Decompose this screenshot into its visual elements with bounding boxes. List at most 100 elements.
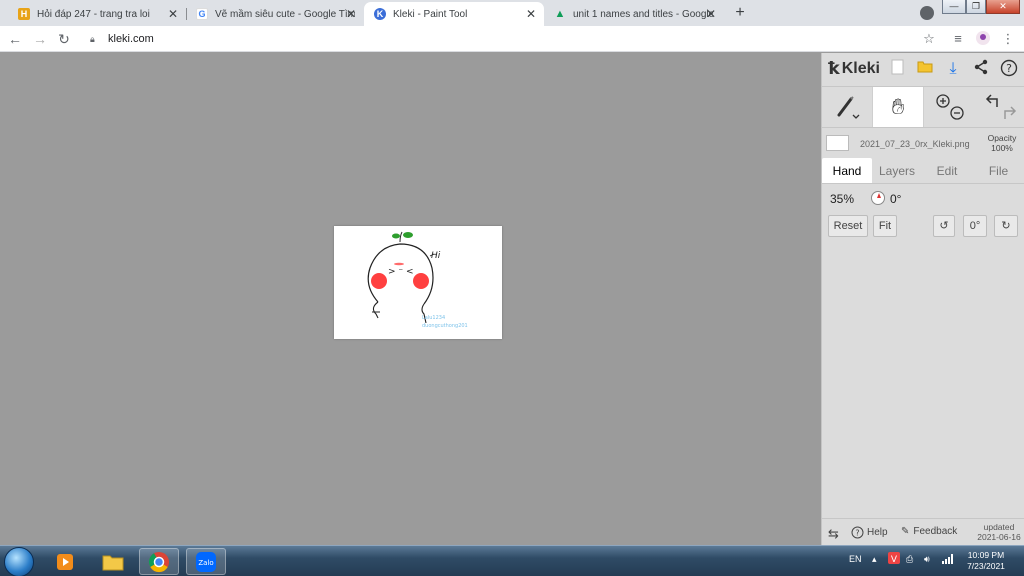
network-signal-icon[interactable]	[942, 554, 954, 566]
reset-button[interactable]: Reset	[828, 215, 868, 237]
panel-tabs: Hand Layers Edit File	[822, 158, 1024, 184]
opacity-value: 100%	[991, 143, 1013, 153]
media-player-icon[interactable]	[45, 548, 85, 575]
tray-expand-icon[interactable]: ▴	[872, 554, 877, 565]
undo-redo-buttons[interactable]	[976, 87, 1024, 127]
windows-taskbar: Zalo EN ▴ V ⎙ 🔊︎ 10:09 PM 7/23/2021	[0, 545, 1024, 576]
tab-title: unit 1 names and titles - Google	[573, 8, 713, 20]
brush-tool-button[interactable]	[822, 87, 872, 127]
kleki-logo: ꝁ Kleki	[828, 59, 880, 79]
forward-icon[interactable]: →	[31, 30, 49, 48]
reload-icon[interactable]: ↻	[55, 30, 73, 48]
browser-tab-4[interactable]: ▲ unit 1 names and titles - Google ✕	[544, 2, 724, 26]
kleki-icon: K	[374, 8, 386, 20]
zalo-label: Zalo	[198, 559, 213, 567]
tab-file[interactable]: File	[972, 158, 1024, 183]
close-tab-icon[interactable]: ✕	[346, 7, 356, 21]
new-image-icon[interactable]	[888, 59, 908, 79]
close-tab-icon[interactable]: ✕	[168, 7, 178, 21]
tab-title: Kleki - Paint Tool	[393, 8, 468, 20]
star-icon[interactable]: ☆	[920, 30, 938, 48]
share-icon[interactable]	[971, 59, 991, 79]
tab-hand[interactable]: Hand	[822, 158, 872, 183]
file-explorer-icon[interactable]	[93, 548, 133, 575]
open-folder-icon[interactable]	[915, 59, 935, 79]
feedback-link[interactable]: ✎ Feedback	[901, 526, 957, 537]
file-name: 2021_07_23_0rx_Kleki.png	[860, 139, 970, 149]
signature-text: Lalu1234	[422, 315, 445, 321]
brand-name: Kleki	[841, 59, 880, 77]
swap-arrows-icon: ⇆	[828, 526, 839, 541]
tab-strip: H Hỏi đáp 247 - trang tra loi ✕ G Vẽ mầm…	[0, 0, 1024, 26]
hand-tool-button[interactable]: ✋︎	[872, 87, 924, 127]
browser-tab-3-active[interactable]: K Kleki - Paint Tool ✕	[364, 2, 544, 26]
help-label: Help	[867, 527, 888, 538]
minimize-button[interactable]: —	[942, 0, 966, 14]
rotate-left-icon: ↺	[939, 220, 949, 232]
browser-tab-1[interactable]: H Hỏi đáp 247 - trang tra loi ✕	[8, 2, 186, 26]
kleki-logo-icon: ꝁ	[828, 58, 840, 78]
panel-footer: ⇆ ? Help ✎ Feedback updated 2021-06-16	[822, 518, 1024, 545]
lock-icon: 🔒︎	[90, 34, 95, 44]
volume-icon[interactable]: 🔊︎	[924, 554, 930, 565]
fit-button[interactable]: Fit	[873, 215, 897, 237]
updated-label: updated	[983, 522, 1015, 532]
hi-text: Hi	[431, 251, 441, 261]
zalo-icon[interactable]: Zalo	[186, 548, 226, 575]
chrome-icon[interactable]	[139, 548, 179, 575]
drive-icon: ▲	[554, 8, 566, 20]
undo-redo-icon	[985, 94, 1016, 119]
maximize-button[interactable]: ❐	[966, 0, 986, 14]
new-tab-button[interactable]: +	[731, 4, 749, 22]
canvas-workspace[interactable]: > ⁻ < Hi Lalu1234 duongcuthong201	[0, 53, 821, 545]
browser-tab-2[interactable]: G Vẽ mầm siêu cute - Google Tìm k ✕	[186, 2, 364, 26]
address-bar[interactable]: 🔒︎ kleki.com	[80, 29, 945, 49]
rotate-right-button[interactable]: ↻	[994, 215, 1018, 237]
compass-icon[interactable]	[871, 191, 885, 205]
help-circle-icon[interactable]: ?	[999, 59, 1019, 79]
close-tab-icon[interactable]: ✕	[526, 7, 536, 21]
extension-avatar-icon[interactable]	[974, 30, 992, 48]
profile-icon[interactable]	[920, 6, 934, 20]
language-indicator[interactable]: EN	[849, 554, 862, 564]
help-icon: ?	[851, 526, 864, 539]
close-window-button[interactable]: ✕	[986, 0, 1020, 14]
svg-text:?: ?	[1006, 62, 1012, 75]
zoom-buttons[interactable]	[926, 87, 974, 127]
tab-edit[interactable]: Edit	[922, 158, 972, 183]
kleki-side-panel: ꝁ Kleki ⤓ ? ✋︎ 2021_07_23_0rx_Kleki.png …	[821, 53, 1024, 545]
drawing-canvas[interactable]: > ⁻ < Hi Lalu1234 duongcuthong201	[334, 226, 502, 339]
tab-title: Vẽ mầm siêu cute - Google Tìm k	[215, 8, 355, 20]
layer-thumbnail[interactable]	[826, 135, 849, 151]
brand-row: ꝁ Kleki ⤓ ?	[822, 53, 1024, 84]
media-queue-icon[interactable]: ≡	[949, 30, 967, 48]
menu-dots-icon[interactable]: ⋮	[999, 30, 1017, 48]
tool-row: ✋︎	[822, 86, 1024, 128]
back-icon[interactable]: ←	[6, 30, 24, 48]
screen: H Hỏi đáp 247 - trang tra loi ✕ G Vẽ mầm…	[0, 0, 1024, 576]
system-clock[interactable]: 10:09 PM 7/23/2021	[962, 550, 1010, 572]
rotate-left-button[interactable]: ↺	[933, 215, 955, 237]
feedback-label: Feedback	[913, 526, 958, 537]
download-icon[interactable]: ⤓	[943, 59, 963, 79]
close-tab-icon[interactable]: ✕	[706, 7, 716, 21]
sprout-drawing: > ⁻ < Hi Lalu1234 duongcuthong201	[367, 231, 468, 329]
zoom-in-out-icon	[936, 94, 964, 120]
swap-side-button[interactable]: ⇆	[828, 526, 839, 542]
tab-layers[interactable]: Layers	[872, 158, 922, 183]
zoom-level: 35%	[830, 192, 855, 206]
updated-info: updated 2021-06-16	[974, 522, 1024, 542]
printer-icon[interactable]: ⎙	[906, 554, 913, 565]
hand-buttons: Reset Fit ↺ 0° ↻	[822, 215, 1024, 239]
opacity-display[interactable]: Opacity 100%	[982, 133, 1022, 153]
hand-icon: ✋︎	[891, 94, 905, 119]
start-button[interactable]	[4, 547, 34, 576]
help-link[interactable]: ? Help	[851, 526, 888, 539]
signature-text-2: duongcuthong201	[422, 323, 468, 329]
clock-time: 10:09 PM	[967, 550, 1005, 560]
rotation-reset-button[interactable]: 0°	[963, 215, 987, 237]
brush-icon	[837, 96, 860, 119]
google-icon: G	[196, 8, 208, 20]
browser-toolbar: ← → ↻ 🔒︎ kleki.com ☆ ≡ ⋮	[0, 26, 1024, 52]
tray-app-icon[interactable]: V	[888, 552, 900, 566]
